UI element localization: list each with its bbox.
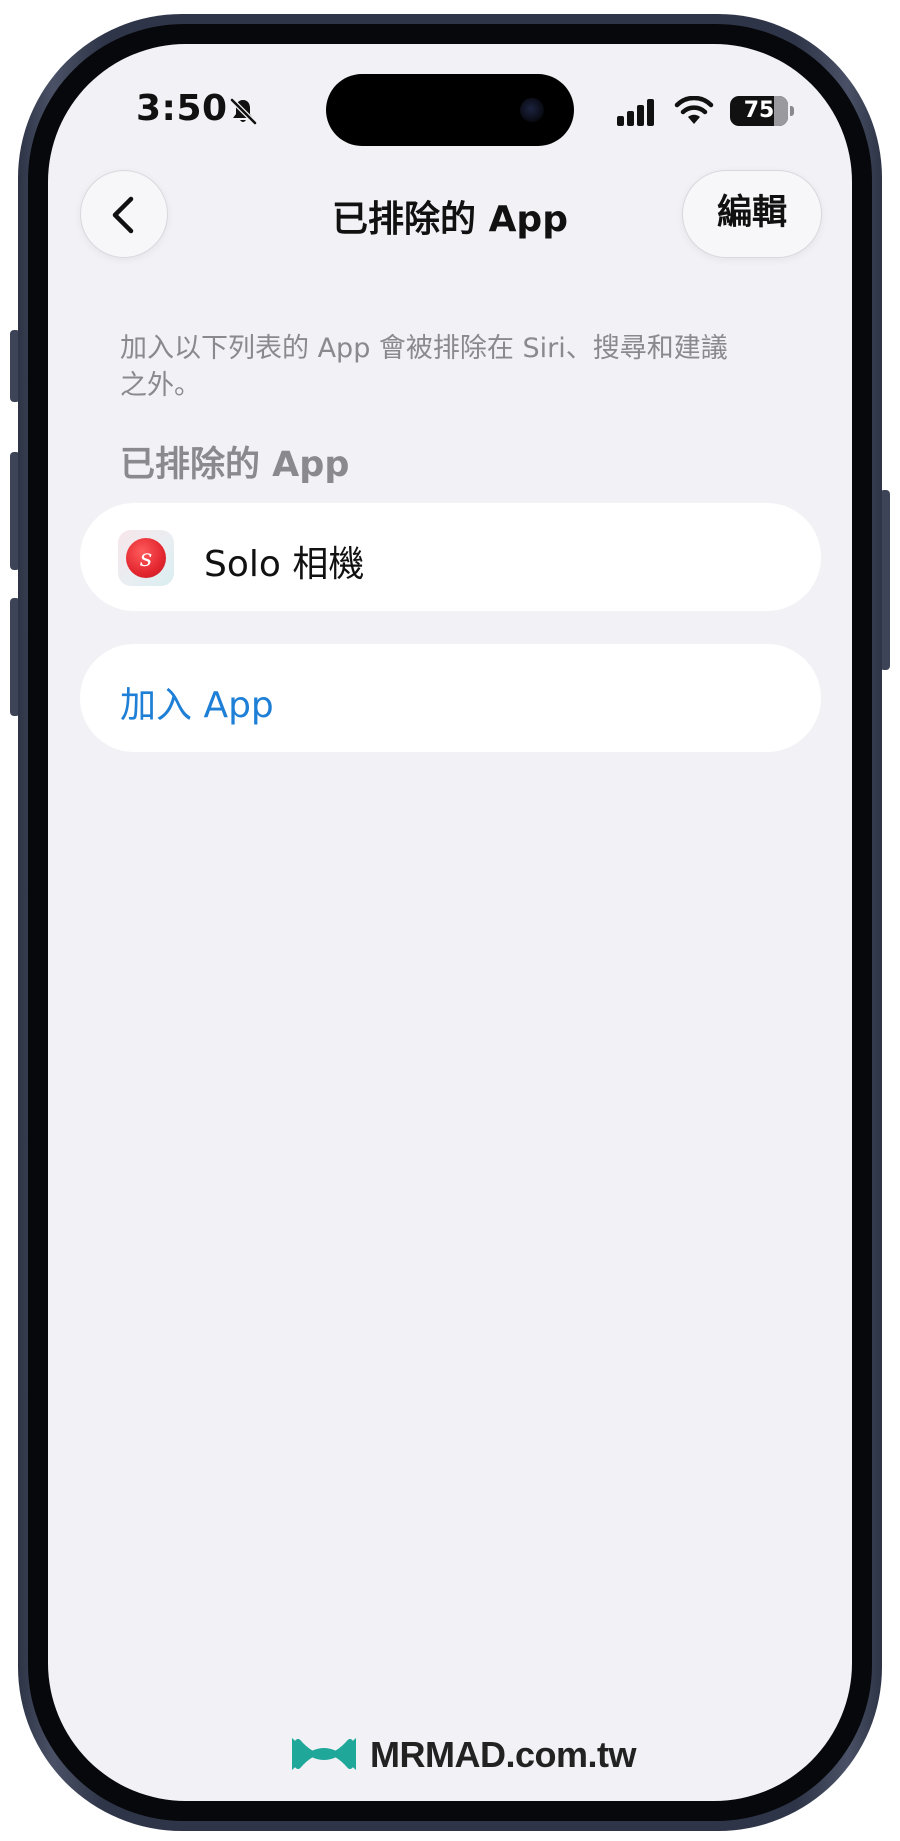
excluded-app-row[interactable]: s Solo 相機 <box>80 503 821 611</box>
back-button[interactable] <box>80 170 168 258</box>
solo-camera-app-icon: s <box>118 530 174 586</box>
add-app-label: 加入 App <box>120 685 274 726</box>
status-time: 3:50 <box>136 88 228 129</box>
page-title: 已排除的 App <box>332 199 568 240</box>
section-header: 已排除的 App <box>120 445 350 485</box>
edit-button[interactable]: 編輯 <box>682 170 822 258</box>
battery-percent: 75 <box>743 98 775 123</box>
front-camera <box>520 98 544 122</box>
cellular-signal-icon <box>617 99 654 126</box>
wifi-icon <box>674 96 714 124</box>
device-stage: 3:50 75 已排除的 App 編輯 加入以下列表的 App 會被排除在 Si… <box>0 0 900 1841</box>
watermark: MRMAD.com.tw <box>288 1730 637 1778</box>
battery-icon: 75 <box>730 96 788 126</box>
dynamic-island <box>326 74 574 146</box>
mrmad-logo-icon <box>292 1738 356 1770</box>
bell-slash-icon <box>230 98 257 125</box>
screen <box>48 44 852 1801</box>
app-name: Solo 相機 <box>204 544 365 585</box>
battery-nub <box>790 106 794 116</box>
add-app-button[interactable]: 加入 App <box>80 644 821 752</box>
app-icon-letter: s <box>126 538 166 578</box>
description-text: 加入以下列表的 App 會被排除在 Siri、搜尋和建議之外。 <box>120 333 728 401</box>
watermark-text: MRMAD.com.tw <box>370 1734 637 1775</box>
chevron-left-icon <box>112 196 134 234</box>
